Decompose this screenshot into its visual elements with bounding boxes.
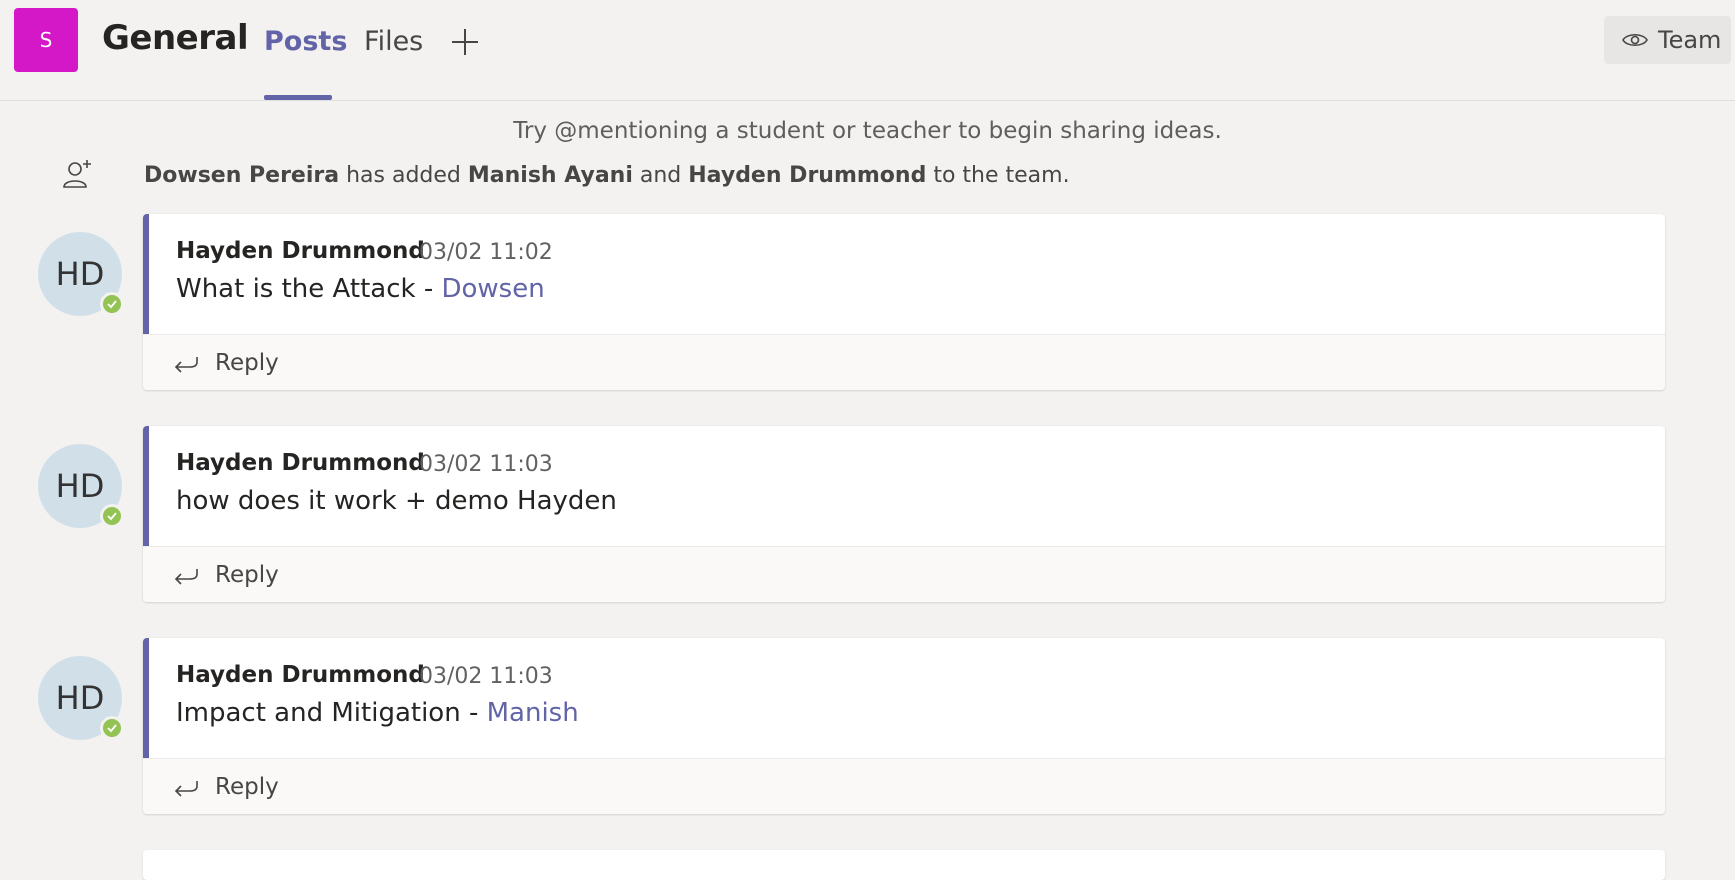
active-tab-indicator xyxy=(264,95,332,100)
mention-link[interactable]: Dowsen xyxy=(441,274,544,304)
post-card: Hayden Drummond 03/02 11:03 how does it … xyxy=(143,426,1665,602)
plus-icon xyxy=(452,29,478,55)
mention-hint: Try @mentioning a student or teacher to … xyxy=(513,118,1222,144)
reply-button[interactable]: Reply xyxy=(143,334,1665,390)
add-tab-button[interactable] xyxy=(450,24,480,60)
channel-title: General xyxy=(102,18,249,58)
added-member-2[interactable]: Hayden Drummond xyxy=(688,163,926,188)
post-content: Impact and Mitigation - Manish xyxy=(176,698,579,728)
tab-posts[interactable]: Posts xyxy=(264,26,347,57)
post-timestamp[interactable]: 03/02 11:03 xyxy=(419,452,553,477)
presence-available-icon xyxy=(100,292,124,316)
post-timestamp[interactable]: 03/02 11:03 xyxy=(419,664,553,689)
post-author[interactable]: Hayden Drummond xyxy=(176,238,425,264)
reply-icon xyxy=(174,356,198,373)
post-author[interactable]: Hayden Drummond xyxy=(176,662,425,688)
team-button[interactable]: Team xyxy=(1604,16,1731,64)
reply-label: Reply xyxy=(215,773,279,800)
added-member-1[interactable]: Manish Ayani xyxy=(468,163,633,188)
eye-icon xyxy=(1622,33,1648,47)
reply-icon xyxy=(174,568,198,585)
avatar[interactable]: HD xyxy=(38,232,124,316)
post-accent xyxy=(143,214,149,334)
post-content: What is the Attack - Dowsen xyxy=(176,274,545,304)
avatar[interactable]: HD xyxy=(38,444,124,528)
reply-button[interactable]: Reply xyxy=(143,546,1665,602)
reply-button[interactable]: Reply xyxy=(143,758,1665,814)
post-author[interactable]: Hayden Drummond xyxy=(176,450,425,476)
mention-link[interactable]: Manish xyxy=(487,698,579,728)
presence-available-icon xyxy=(100,504,124,528)
post-accent xyxy=(143,426,149,546)
avatar[interactable]: HD xyxy=(38,656,124,740)
add-person-icon xyxy=(63,160,91,188)
post-card: Hayden Drummond 03/02 11:03 Impact and M… xyxy=(143,638,1665,814)
tab-files[interactable]: Files xyxy=(364,26,423,57)
channel-header: S General Posts Files Team xyxy=(0,0,1735,101)
actor-name[interactable]: Dowsen Pereira xyxy=(144,163,339,188)
post-timestamp[interactable]: 03/02 11:02 xyxy=(419,240,553,265)
presence-available-icon xyxy=(100,716,124,740)
team-button-label: Team xyxy=(1658,26,1722,54)
post-content: how does it work + demo Hayden xyxy=(176,486,617,516)
reply-label: Reply xyxy=(215,349,279,376)
reply-icon xyxy=(174,780,198,797)
system-message-text: Dowsen Pereira has added Manish Ayani an… xyxy=(144,163,1070,188)
team-avatar[interactable]: S xyxy=(14,8,78,72)
post-card-partial xyxy=(143,850,1665,880)
reply-label: Reply xyxy=(215,561,279,588)
post-card: Hayden Drummond 03/02 11:02 What is the … xyxy=(143,214,1665,390)
post-accent xyxy=(143,638,149,758)
